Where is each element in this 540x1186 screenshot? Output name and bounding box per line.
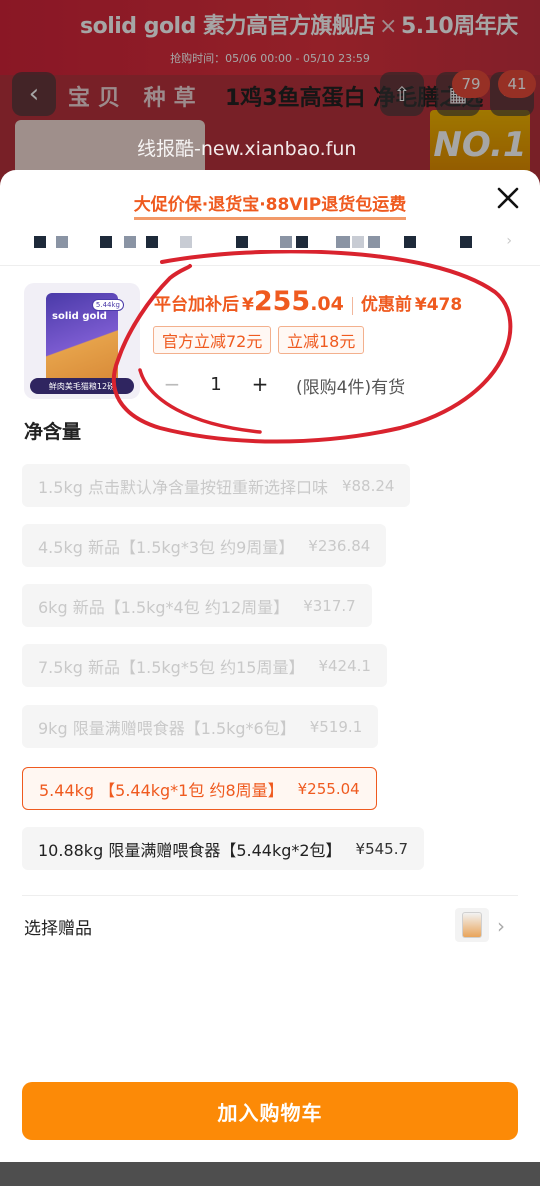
option-1-5kg[interactable]: 1.5kg 点击默认净含量按钮重新选择口味 ¥88.24 <box>22 464 411 507</box>
option-10-88kg[interactable]: 10.88kg 限量满赠喂食器【5.44kg*2包】 ¥545.7 <box>22 827 425 870</box>
price-integer: 255 <box>253 286 311 317</box>
price-row: 平台加补后 ¥255.04 优惠前 ¥478 <box>154 286 462 317</box>
close-button[interactable] <box>494 184 522 212</box>
promo-guarantee-banner: 大促价保·退货宝·88VIP退货包运费 <box>0 190 540 220</box>
close-icon <box>497 187 519 209</box>
system-nav-bar <box>0 1162 540 1186</box>
quantity-stepper: − 1 + <box>153 368 279 400</box>
divider <box>0 265 540 266</box>
product-bag-image: solid gold 5.44kg <box>46 293 124 381</box>
gift-thumbnail[interactable] <box>455 908 489 942</box>
original-price: ¥478 <box>414 295 463 315</box>
plus-icon[interactable]: + <box>241 368 279 400</box>
net-weight-title: 净含量 <box>24 421 82 443</box>
option-6kg[interactable]: 6kg 新品【1.5kg*4包 约12周量】 ¥317.7 <box>22 584 372 627</box>
pixelated-service-row <box>34 236 514 250</box>
choose-gift-label[interactable]: 选择赠品 <box>24 914 92 939</box>
option-9kg[interactable]: 9kg 限量满赠喂食器【1.5kg*6包】 ¥519.1 <box>22 705 379 748</box>
chevron-right-icon[interactable]: › <box>497 914 505 938</box>
thumbnail-caption: 鲜肉美毛猫粮12磅 <box>30 378 134 394</box>
option-4-5kg[interactable]: 4.5kg 新品【1.5kg*3包 约9周量】 ¥236.84 <box>22 524 387 567</box>
quantity-value[interactable]: 1 <box>191 374 241 395</box>
divider <box>22 895 518 896</box>
option-7-5kg[interactable]: 7.5kg 新品【1.5kg*5包 约15周量】 ¥424.1 <box>22 644 387 687</box>
coupon-tag: 立减18元 <box>278 326 365 354</box>
coupon-tag: 官方立减72元 <box>153 326 272 354</box>
price-decimal: .04 <box>310 293 344 315</box>
add-to-cart-button[interactable]: 加入购物车 <box>22 1082 518 1140</box>
minus-icon[interactable]: − <box>153 368 191 400</box>
original-price-label: 优惠前 <box>360 295 412 315</box>
chevron-right-icon[interactable]: › <box>506 233 512 249</box>
option-5-44kg-selected[interactable]: 5.44kg 【5.44kg*1包 约8周量】 ¥255.04 <box>22 767 377 810</box>
product-thumbnail[interactable]: solid gold 5.44kg 鲜肉美毛猫粮12磅 <box>24 283 140 399</box>
price-label: 平台加补后 <box>154 295 239 315</box>
stock-status: (限购4件)有货 <box>296 378 406 398</box>
price-symbol: ¥ <box>242 295 254 315</box>
sku-selector-sheet: 大促价保·退货宝·88VIP退货包运费 › solid gold 5.44kg … <box>0 170 540 1162</box>
watermark: 线报酷-new.xianbao.fun <box>137 138 357 160</box>
